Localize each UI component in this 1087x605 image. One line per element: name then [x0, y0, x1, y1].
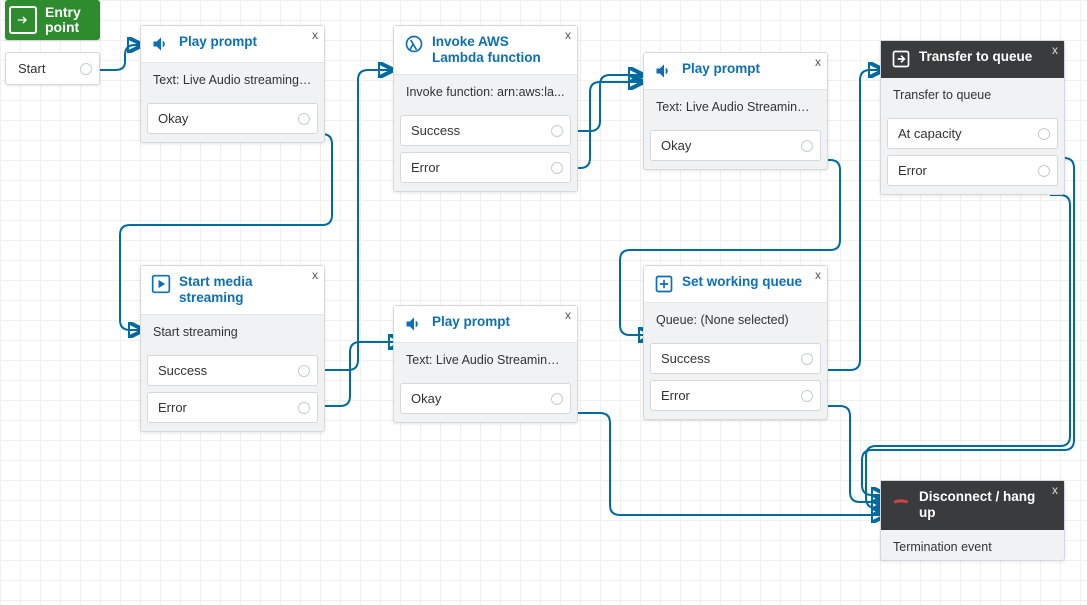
- outlet-at-capacity[interactable]: At capacity: [887, 118, 1058, 149]
- outlet-error[interactable]: Error: [147, 392, 318, 423]
- node-title: Play prompt: [682, 61, 770, 77]
- close-icon[interactable]: x: [815, 268, 821, 282]
- outlet-okay[interactable]: Okay: [147, 103, 318, 134]
- node-body-text: Termination event: [881, 530, 1064, 560]
- outlet-okay[interactable]: Okay: [650, 130, 821, 161]
- close-icon[interactable]: x: [815, 55, 821, 69]
- close-icon[interactable]: x: [565, 28, 571, 42]
- close-icon[interactable]: x: [1052, 483, 1058, 497]
- disconnect-node[interactable]: Disconnect / hang up x Termination event: [880, 480, 1065, 561]
- entry-point-node[interactable]: Entry point: [5, 0, 100, 40]
- outlet-error[interactable]: Error: [887, 155, 1058, 186]
- invoke-lambda-node[interactable]: Invoke AWS Lambda function x Invoke func…: [393, 25, 578, 192]
- entry-label: Entry point: [45, 5, 81, 36]
- queue-add-icon: [654, 274, 674, 294]
- start-media-streaming-node[interactable]: Start media streaming x Start streaming …: [140, 265, 325, 432]
- lambda-icon: [404, 34, 424, 54]
- play-prompt-node-3[interactable]: Play prompt x Text: Live Audio Streaming…: [643, 52, 828, 170]
- node-title: Invoke AWS Lambda function: [432, 34, 567, 66]
- node-body-text: Invoke function: arn:aws:la...: [394, 75, 577, 105]
- hangup-icon: [891, 489, 911, 509]
- play-prompt-node-2[interactable]: Play prompt x Text: Live Audio Streaming…: [393, 305, 578, 423]
- close-icon[interactable]: x: [1052, 43, 1058, 57]
- entry-arrow-icon: [9, 6, 37, 34]
- node-title: Set working queue: [682, 274, 812, 290]
- node-body-text: Text: Live Audio Streaming ...: [394, 343, 577, 373]
- close-icon[interactable]: x: [565, 308, 571, 322]
- play-prompt-node-1[interactable]: Play prompt x Text: Live Audio streaming…: [140, 25, 325, 143]
- close-icon[interactable]: x: [312, 268, 318, 282]
- start-outlet[interactable]: Start: [5, 52, 100, 85]
- play-icon: [151, 274, 171, 294]
- node-body-text: Text: Live Audio Streaming ...: [644, 90, 827, 120]
- node-body-text: Start streaming: [141, 315, 324, 345]
- node-body-text: Text: Live Audio streaming ...: [141, 63, 324, 93]
- close-icon[interactable]: x: [312, 28, 318, 42]
- outlet-okay[interactable]: Okay: [400, 383, 571, 414]
- speaker-icon: [151, 34, 171, 54]
- speaker-icon: [654, 61, 674, 81]
- outlet-success[interactable]: Success: [650, 343, 821, 374]
- outlet-success[interactable]: Success: [400, 115, 571, 146]
- node-body-text: Transfer to queue: [881, 78, 1064, 108]
- set-working-queue-node[interactable]: Set working queue x Queue: (None selecte…: [643, 265, 828, 420]
- transfer-icon: [891, 49, 911, 69]
- outlet-error[interactable]: Error: [400, 152, 571, 183]
- outlet-success[interactable]: Success: [147, 355, 318, 386]
- node-title: Disconnect / hang up: [919, 489, 1054, 521]
- node-title: Play prompt: [432, 314, 520, 330]
- transfer-to-queue-node[interactable]: Transfer to queue x Transfer to queue At…: [880, 40, 1065, 195]
- outlet-error[interactable]: Error: [650, 380, 821, 411]
- node-title: Play prompt: [179, 34, 267, 50]
- speaker-icon: [404, 314, 424, 334]
- node-body-text: Queue: (None selected): [644, 303, 827, 333]
- node-title: Start media streaming: [179, 274, 314, 306]
- node-title: Transfer to queue: [919, 49, 1042, 65]
